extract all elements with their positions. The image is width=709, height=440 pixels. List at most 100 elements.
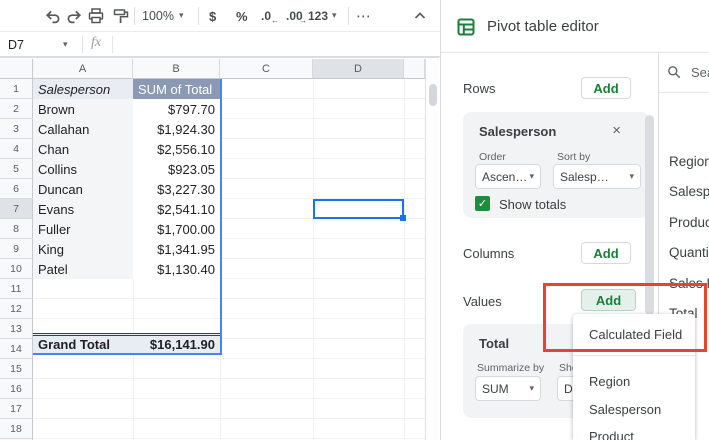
print-button[interactable] [84, 4, 108, 28]
column-header-A[interactable]: A [33, 59, 133, 79]
row-header-2[interactable]: 2 [0, 99, 33, 119]
panel-title: Pivot table editor [487, 18, 599, 35]
pivot-row-value-cell[interactable]: $3,227.30 [133, 179, 220, 199]
pivot-row-label-cell[interactable]: Callahan [33, 119, 133, 139]
column-header-B[interactable]: B [133, 59, 220, 79]
pivot-row-label-cell[interactable]: Fuller [33, 219, 133, 239]
editor-scrollbar-thumb[interactable] [645, 115, 654, 315]
row-header-5[interactable]: 5 [0, 159, 33, 179]
grand-total-value-cell[interactable]: $16,141.90 [133, 336, 220, 353]
sort-by-dropdown[interactable]: Salesp… ▾ [553, 164, 641, 189]
pivot-row-value-cell[interactable]: $1,700.00 [133, 219, 220, 239]
row-header-15[interactable]: 15 [0, 359, 33, 379]
formula-bar-divider [82, 36, 83, 53]
chevron-down-icon: ▾ [529, 172, 534, 182]
row-header-14[interactable]: 14 [0, 339, 33, 359]
close-icon[interactable]: × [612, 124, 621, 138]
field-list-item-sales-price[interactable]: Sales Price [669, 273, 709, 293]
column-header-D[interactable]: D [313, 59, 404, 79]
more-formats-button[interactable]: 123 ▾ [308, 0, 337, 32]
row-header-4[interactable]: 4 [0, 139, 33, 159]
format-percent-button[interactable]: % [236, 0, 248, 32]
arrow-right-icon: → [299, 17, 307, 25]
column-header-C[interactable]: C [220, 59, 313, 79]
show-totals-label: Show totals [499, 197, 566, 212]
more-toolbar-options-button[interactable]: ⋯ [356, 0, 371, 32]
search-placeholder: Search [691, 65, 709, 80]
show-totals-checkbox[interactable]: ✓ [475, 196, 490, 211]
field-list-item-region[interactable]: Region [669, 151, 709, 171]
row-header-16[interactable]: 16 [0, 379, 33, 399]
row-header-18[interactable]: 18 [0, 419, 33, 439]
scrollbar-thumb[interactable] [429, 84, 437, 106]
row-header-10[interactable]: 10 [0, 259, 33, 279]
spreadsheet-grid[interactable]: ABCD 12345678910111213141516171819 Sales… [0, 57, 439, 440]
pivot-row-value-cell[interactable]: $2,556.10 [133, 139, 220, 159]
values-section-label: Values [463, 294, 502, 309]
name-box-dropdown-icon[interactable]: ▾ [63, 40, 68, 50]
row-header-1[interactable]: 1 [0, 79, 33, 99]
pivot-row-value-cell[interactable]: $923.05 [133, 159, 220, 179]
toolbar-divider [348, 7, 349, 25]
row-header-6[interactable]: 6 [0, 179, 33, 199]
row-header-12[interactable]: 12 [0, 299, 33, 319]
pivot-row-value-cell[interactable]: $2,541.10 [133, 199, 220, 219]
undo-button[interactable] [40, 4, 64, 28]
pivot-row-label-cell[interactable]: Duncan [33, 179, 133, 199]
pivot-row-value-cell[interactable]: $1,130.40 [133, 259, 220, 279]
chevron-down-icon: ▾ [179, 11, 184, 21]
format-currency-button[interactable]: $ [209, 0, 216, 32]
menu-item-calculated-field[interactable]: Calculated Field [589, 324, 693, 344]
search-icon [667, 65, 681, 79]
order-dropdown[interactable]: Ascen… ▾ [475, 164, 541, 189]
row-header-9[interactable]: 9 [0, 239, 33, 259]
decrease-decimal-button[interactable]: .0 ← [261, 0, 271, 32]
pivot-header-cell-B1[interactable]: SUM of Total [133, 79, 220, 99]
select-all-corner[interactable] [0, 59, 33, 79]
row-header-7[interactable]: 7 [0, 199, 33, 219]
pivot-row-value-cell[interactable]: $1,924.30 [133, 119, 220, 139]
toolbar: 100% ▾ $ % .0 ← .00 → 123 ▾ ⋯ [0, 0, 440, 32]
sort-by-label: Sort by [557, 151, 590, 163]
row-header-17[interactable]: 17 [0, 399, 33, 419]
pivot-row-label-cell[interactable]: Brown [33, 99, 133, 119]
panel-header: Pivot table editor [441, 0, 709, 53]
pivot-row-value-cell[interactable]: $1,341.95 [133, 239, 220, 259]
hide-menus-button[interactable] [408, 4, 432, 28]
sheet-vertical-scrollbar[interactable] [425, 59, 439, 440]
field-list-item-quantity[interactable]: Quantity [669, 242, 709, 262]
increase-decimal-button[interactable]: .00 → [286, 0, 303, 32]
row-header-3[interactable]: 3 [0, 119, 33, 139]
pivot-row-label-cell[interactable]: Evans [33, 199, 133, 219]
pivot-row-label-cell[interactable]: King [33, 239, 133, 259]
grand-total-label-cell[interactable]: Grand Total [33, 336, 133, 353]
field-list-item-salesperson[interactable]: Salesperson [669, 181, 709, 201]
field-list-item-product[interactable]: Product [669, 212, 709, 232]
row-header-8[interactable]: 8 [0, 219, 33, 239]
columns-add-button[interactable]: Add [581, 242, 631, 264]
paint-format-button[interactable] [109, 4, 133, 28]
pivot-row-value-cell[interactable]: $797.70 [133, 99, 220, 119]
formula-input[interactable] [120, 32, 438, 57]
menu-item-region[interactable]: Region [589, 371, 693, 391]
redo-button[interactable] [62, 4, 86, 28]
fill-handle[interactable] [400, 215, 406, 221]
rows-add-button[interactable]: Add [581, 77, 631, 99]
row-header-11[interactable]: 11 [0, 279, 33, 299]
name-box[interactable]: D7 [8, 32, 24, 57]
summarize-by-dropdown[interactable]: SUM ▾ [475, 376, 541, 401]
zoom-control[interactable]: 100% ▾ [142, 0, 184, 32]
field-search-box[interactable]: Search [667, 60, 709, 84]
row-header-13[interactable]: 13 [0, 319, 33, 339]
menu-item-salesperson[interactable]: Salesperson [589, 399, 693, 419]
selected-cell-D7[interactable] [313, 199, 404, 219]
pivot-header-cell-A1[interactable]: Salesperson [33, 79, 133, 99]
arrow-left-icon: ← [271, 17, 279, 25]
values-add-button[interactable]: Add [581, 289, 636, 311]
pivot-row-label-cell[interactable]: Collins [33, 159, 133, 179]
pivot-grand-total-row[interactable]: Grand Total $16,141.90 [33, 333, 220, 355]
pivot-row-label-cell[interactable]: Chan [33, 139, 133, 159]
pivot-row-label-cell[interactable]: Patel [33, 259, 133, 279]
column-header-partial[interactable] [404, 59, 425, 79]
menu-item-product[interactable]: Product [589, 426, 693, 440]
